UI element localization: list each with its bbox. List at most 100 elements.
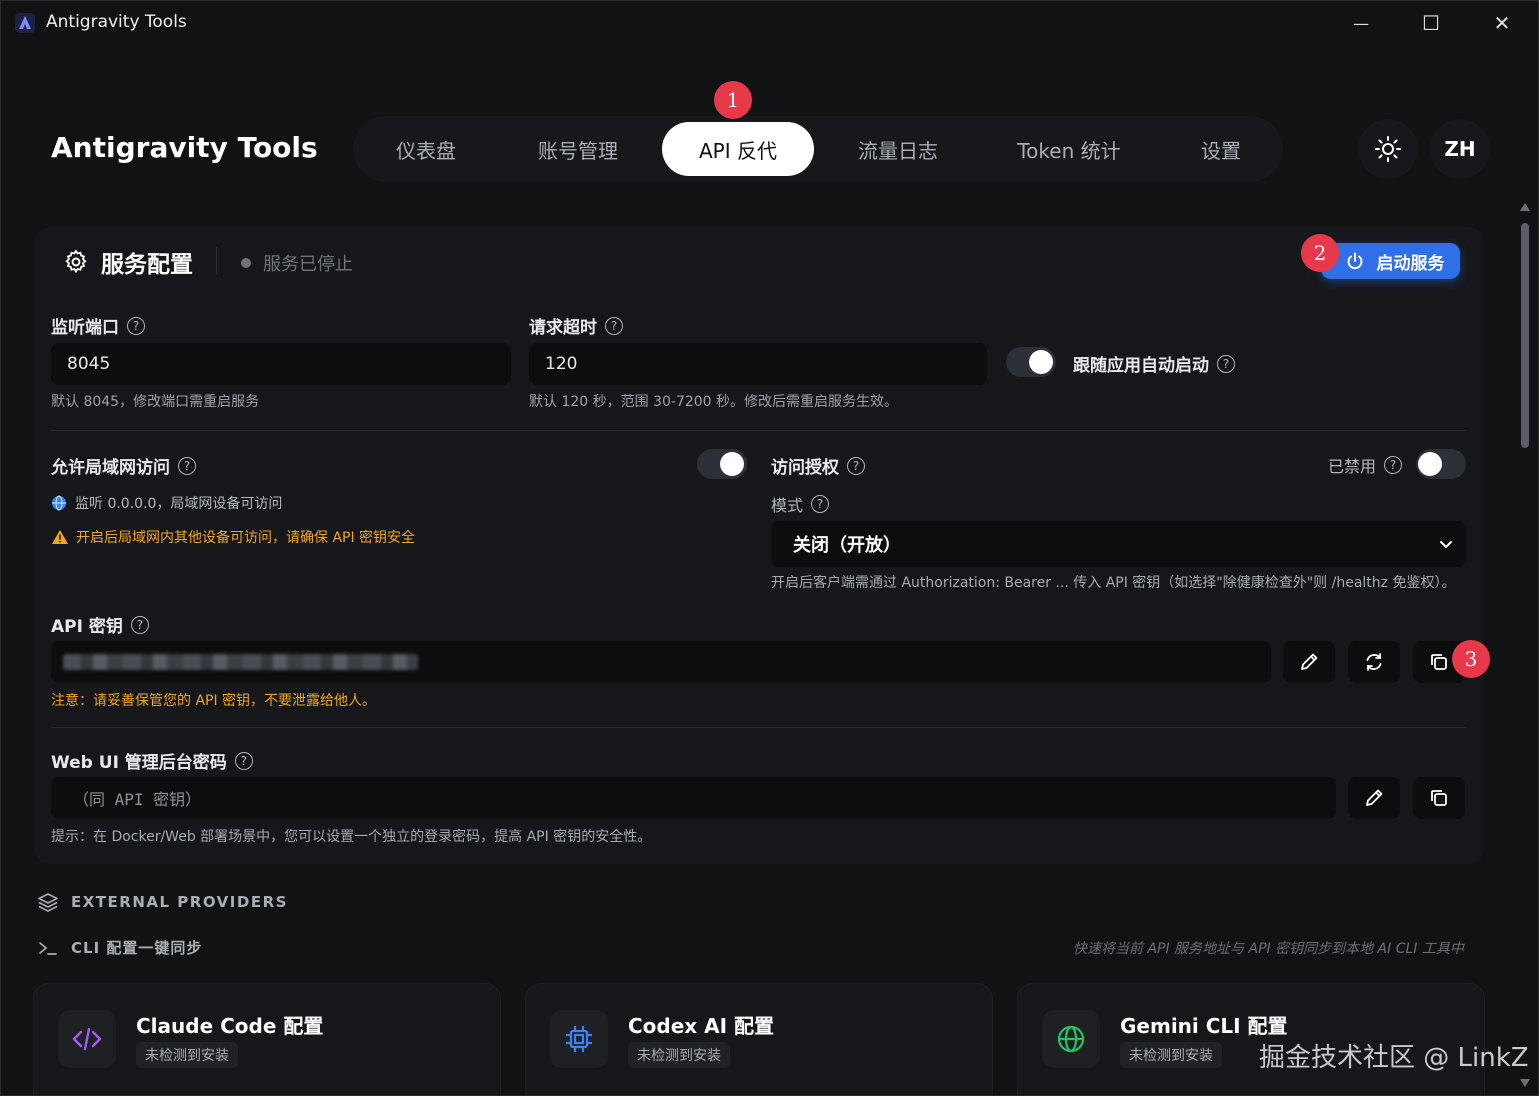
theme-toggle-button[interactable] [1358,119,1418,179]
mode-hint: 开启后客户端需通过 Authorization: Bearer ... 传入 A… [771,575,1456,591]
copy-icon [1431,654,1447,670]
code-icon [72,1027,102,1051]
edit-webui-password-button[interactable] [1348,777,1400,819]
edit-api-key-button[interactable] [1283,641,1335,683]
refresh-icon [1366,653,1382,671]
language-button[interactable]: ZH [1430,119,1490,179]
timeout-label: 请求超时 ? [529,313,623,338]
auth-state-text: 已禁用 [1328,457,1377,476]
provider-status: 未检测到安装 [136,1042,238,1068]
watermark: 掘金技术社区 @ LinkZ [1259,1043,1529,1073]
tab-label: 账号管理 [538,138,618,163]
scroll-down-icon[interactable] [1519,1078,1531,1088]
api-key-warning: 注意：请妥善保管您的 API 密钥，不要泄露给他人。 [51,693,377,709]
provider-title: Claude Code 配置 [136,1014,324,1038]
help-icon[interactable]: ? [811,495,830,513]
help-icon[interactable]: ? [178,456,196,475]
mode-select[interactable]: 关闭（开放） [771,521,1466,567]
section-divider [51,727,1466,728]
timeout-label-text: 请求超时 [529,318,597,338]
autostart-label-text: 跟随应用自动启动 [1073,356,1209,376]
provider-status: 未检测到安装 [1120,1042,1222,1068]
chevron-down-icon [1440,541,1452,549]
lan-warning-text: 开启后局域网内其他设备可访问，请确保 API 密钥安全 [76,530,416,546]
auth-state: 已禁用 ? [1328,453,1403,477]
globe-icon [52,495,66,511]
service-status-text: 服务已停止 [263,254,353,275]
auth-toggle[interactable] [1416,449,1466,479]
warning-icon [52,530,68,544]
timeout-value: 120 [545,354,578,374]
timeout-hint: 默认 120 秒，范围 30-7200 秒。修改后需重启服务生效。 [529,394,899,410]
service-status: 服务已停止 [241,250,353,276]
tab-dashboard[interactable]: 仪表盘 [359,122,493,176]
help-icon[interactable]: ? [130,615,149,634]
title-bar: Antigravity Tools — ☐ ✕ [1,1,1538,45]
api-key-label-text: API 密钥 [51,617,123,637]
port-label-text: 监听端口 [51,318,119,338]
autostart-toggle[interactable] [1006,347,1056,377]
tab-accounts[interactable]: 账号管理 [503,122,653,176]
tab-label: Token 统计 [1017,138,1121,163]
help-icon[interactable]: ? [847,456,865,475]
provider-icon-box [58,1010,116,1068]
port-input[interactable]: 8045 [51,343,511,385]
pencil-icon [1366,789,1383,806]
webui-password-input[interactable]: （同 API 密钥） [51,777,1336,819]
tab-label: 设置 [1201,138,1241,163]
language-label: ZH [1444,137,1476,161]
help-icon[interactable]: ? [127,316,145,335]
main-nav: 仪表盘 账号管理 API 反代 流量日志 Token 统计 设置 [353,116,1283,182]
scrollbar-thumb[interactable] [1521,223,1529,448]
minimize-icon: — [1353,13,1369,33]
provider-title: Codex AI 配置 [628,1014,775,1038]
maximize-button[interactable]: ☐ [1411,9,1451,37]
api-key-masked-value [63,654,418,670]
provider-card-codex[interactable]: Codex AI 配置 未检测到安装 [525,983,993,1095]
app-logo-icon [15,13,35,33]
start-service-button[interactable]: 启动服务 [1321,243,1460,279]
help-icon[interactable]: ? [1384,456,1403,474]
timeout-input[interactable]: 120 [529,343,987,385]
pencil-icon [1301,653,1318,670]
copy-icon [1431,790,1447,806]
close-window-button[interactable]: ✕ [1482,9,1522,37]
copy-webui-password-button[interactable] [1413,777,1465,819]
provider-card-claude[interactable]: Claude Code 配置 未检测到安装 [33,983,501,1095]
port-label: 监听端口 ? [51,313,145,338]
regenerate-api-key-button[interactable] [1348,641,1400,683]
help-icon[interactable]: ? [1217,354,1235,373]
window-title: Antigravity Tools [46,12,187,32]
auth-label-text: 访问授权 [771,458,839,478]
help-icon[interactable]: ? [234,751,253,770]
tab-traffic-logs[interactable]: 流量日志 [823,122,973,176]
tab-api-proxy[interactable]: API 反代 [662,122,814,176]
toggle-knob [1029,350,1053,374]
port-hint: 默认 8045，修改端口需重启服务 [51,394,260,410]
layers-icon [38,893,58,912]
toggle-knob [720,452,744,476]
external-providers-heading: EXTERNAL PROVIDERS [37,891,288,913]
scroll-up-icon[interactable] [1519,202,1531,212]
minimize-button[interactable]: — [1341,9,1381,37]
brand-title: Antigravity Tools [51,131,318,164]
section-divider [51,430,1466,431]
globe-icon [1057,1025,1085,1053]
annotation-marker: 1 [714,81,752,119]
lan-toggle[interactable] [697,449,747,479]
annotation-marker: 2 [1301,234,1339,272]
external-providers-title: EXTERNAL PROVIDERS [71,893,288,911]
terminal-icon [39,941,57,955]
cli-sync-hint: 快速将当前 API 服务地址与 API 密钥同步到本地 AI CLI 工具中 [1073,941,1464,957]
lan-hint-text: 监听 0.0.0.0，局域网设备可访问 [75,496,283,512]
tab-label: API 反代 [699,138,777,163]
annotation-marker: 3 [1452,640,1490,678]
title-divider [216,247,217,275]
provider-status: 未检测到安装 [628,1042,730,1068]
help-icon[interactable]: ? [605,316,623,335]
tab-token-stats[interactable]: Token 统计 [983,122,1155,176]
tab-settings[interactable]: 设置 [1163,122,1279,176]
lan-label-text: 允许局域网访问 [51,458,170,478]
app-window: Antigravity Tools — ☐ ✕ Antigravity Tool… [0,0,1539,1096]
sun-icon [1375,136,1401,162]
